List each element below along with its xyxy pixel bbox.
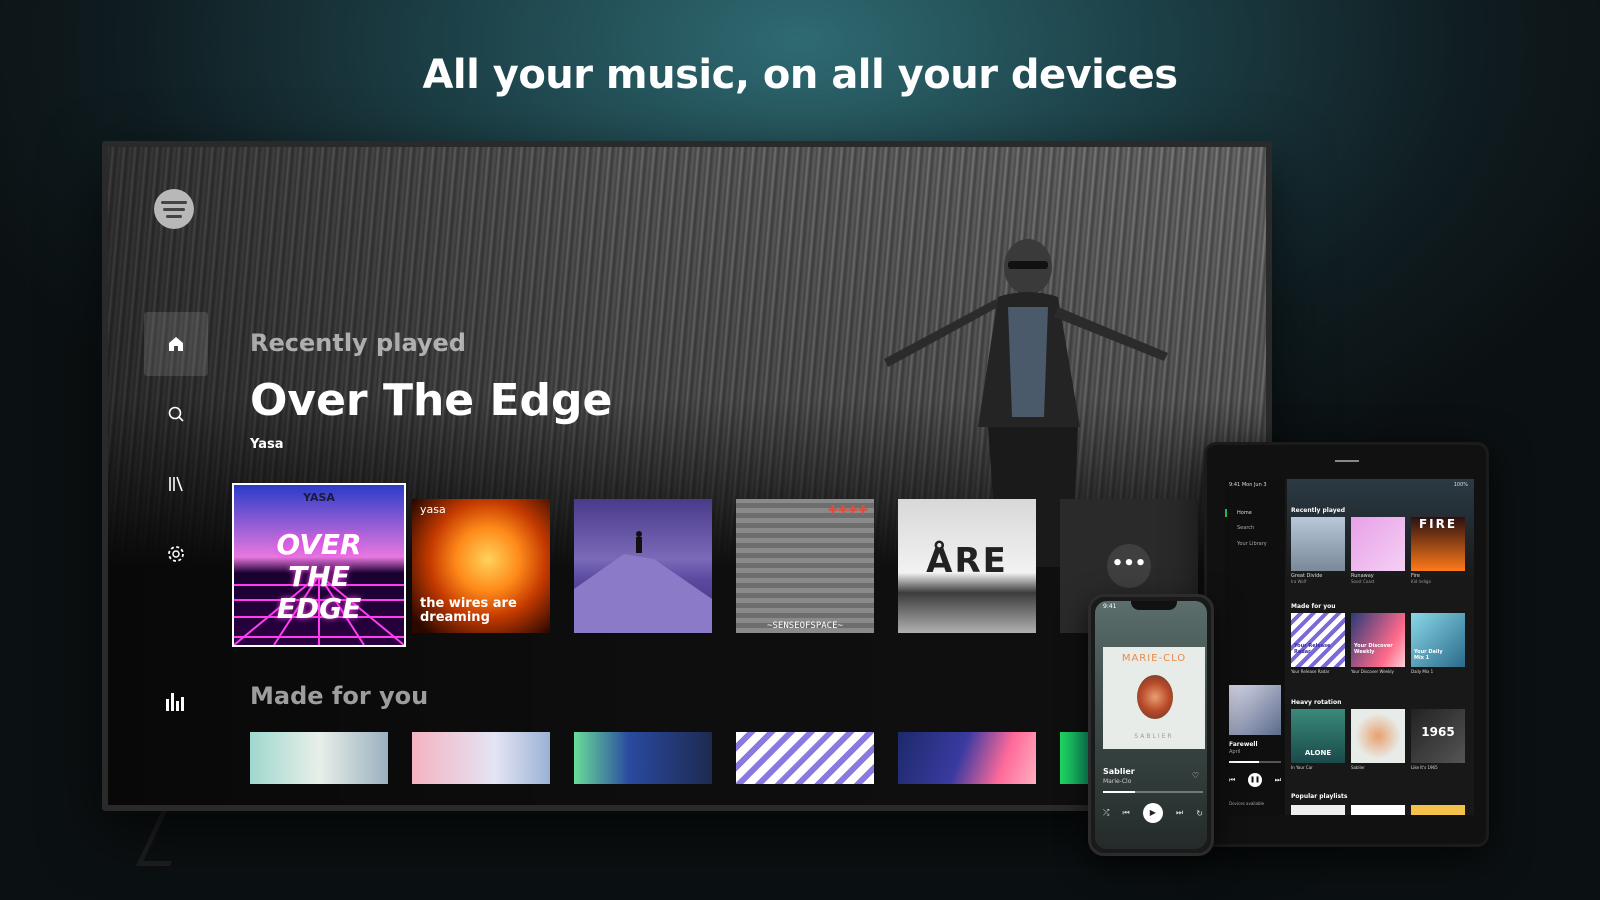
library-icon <box>169 476 183 492</box>
phone-device: 9:41 MARIE-CLO SABLIER Sablier Marie-Clo… <box>1088 594 1214 856</box>
tablet-album-title: Like It's 1965 <box>1411 765 1438 770</box>
phone-album-art: MARIE-CLO SABLIER <box>1103 647 1205 749</box>
tablet-playlist-title: Your Release Radar <box>1291 669 1330 674</box>
play-button[interactable]: ▶ <box>1142 803 1163 823</box>
tablet-album-fire[interactable]: FIRE <box>1411 517 1465 571</box>
made-for-you-heading: Made for you <box>250 682 429 710</box>
heart-icon[interactable]: ♡ <box>1192 771 1199 780</box>
album-card-over-the-edge[interactable]: YASA OVER THE EDGE <box>234 485 404 645</box>
tablet-playlist-title: Your Discover Weekly <box>1351 669 1394 674</box>
now-playing-title: Over The Edge <box>250 375 613 426</box>
tablet-album-sub: Sosst Coast <box>1351 579 1375 584</box>
tablet-album-sablier[interactable] <box>1351 709 1405 763</box>
nav-library[interactable] <box>144 452 208 516</box>
page-headline: All your music, on all your devices <box>422 52 1178 98</box>
tablet-album-great-divide[interactable] <box>1291 517 1345 571</box>
tablet-album-in-your-car[interactable]: ALONE <box>1291 709 1345 763</box>
tablet-playlist-daily-mix[interactable]: Your Daily Mix 1 <box>1411 613 1465 667</box>
nav-settings[interactable] <box>144 522 208 586</box>
tablet-status-time: 9:41 Mon Jun 3 <box>1229 482 1267 488</box>
nav-search[interactable] <box>144 382 208 446</box>
equalizer-icon[interactable] <box>160 687 190 717</box>
phone-status-time: 9:41 <box>1103 603 1117 610</box>
mini-player-artist: April <box>1229 749 1241 755</box>
previous-icon[interactable]: ⏮ <box>1123 808 1130 818</box>
mini-player-progress[interactable] <box>1229 761 1281 763</box>
previous-icon[interactable]: ⏮ <box>1229 776 1235 785</box>
tablet-album-runaway[interactable] <box>1351 517 1405 571</box>
now-playing-artist[interactable]: Yasa <box>250 437 284 452</box>
tv-stand <box>136 806 198 866</box>
tablet-playlist-title: Daily Mix 1 <box>1411 669 1434 674</box>
tablet-album-sub: Ira Wolf <box>1291 579 1307 584</box>
tablet-main: 100% Recently played FIRE Great Divide I… <box>1287 479 1474 815</box>
tablet-recently-played-heading: Recently played <box>1291 507 1346 514</box>
shuffle-icon[interactable]: ⤮ <box>1103 808 1109 818</box>
tv-nav <box>144 312 208 592</box>
tablet-playlist-discover-weekly[interactable]: Your Discover Weekly <box>1351 613 1405 667</box>
tablet-nav-home[interactable]: Home <box>1237 510 1252 516</box>
phone-controls: ⤮ ⏮ ▶ ⏭ ↻ <box>1103 803 1203 823</box>
album-card-wires-are-dreaming[interactable]: yasa the wires are dreaming <box>412 499 550 633</box>
repeat-icon[interactable]: ↻ <box>1196 809 1203 818</box>
phone-progress-bar[interactable] <box>1103 791 1203 793</box>
tablet-status-battery: 100% <box>1453 482 1468 488</box>
more-icon: ••• <box>1107 544 1151 588</box>
tablet-sidebar: 9:41 Mon Jun 3 Home Search Your Library … <box>1225 479 1285 815</box>
spotify-logo <box>154 189 194 229</box>
pause-button[interactable]: ❚❚ <box>1248 773 1262 787</box>
album-title-text: the wires are dreaming <box>420 596 517 625</box>
recently-played-heading: Recently played <box>250 329 467 357</box>
album-artist-text: yasa <box>420 503 446 516</box>
mini-player-title[interactable]: Farewell <box>1229 741 1258 748</box>
album-artist-text: YASA <box>303 491 335 504</box>
tablet-popular-tile[interactable] <box>1411 805 1465 815</box>
settings-icon <box>168 546 184 562</box>
tablet-album-1965[interactable]: 1965 <box>1411 709 1465 763</box>
tablet-nav-search[interactable]: Search <box>1237 525 1254 531</box>
playlist-card[interactable] <box>412 732 550 784</box>
album-title-text: ~SENSEOFSPACE~ <box>767 621 843 631</box>
tablet-playlist-release-radar[interactable]: Your Release Radar <box>1291 613 1345 667</box>
phone-screen: 9:41 MARIE-CLO SABLIER Sablier Marie-Clo… <box>1095 601 1207 849</box>
tablet-popular-tile[interactable] <box>1351 805 1405 815</box>
tablet-album-sub: Kid Indigo <box>1411 579 1431 584</box>
tablet-popular-tile[interactable] <box>1291 805 1345 815</box>
tablet-screen: 9:41 Mon Jun 3 Home Search Your Library … <box>1225 479 1474 815</box>
playlist-card[interactable] <box>250 732 388 784</box>
tablet-album-title: In Your Car <box>1291 765 1313 770</box>
playlist-card[interactable] <box>898 732 1036 784</box>
devices-available-label[interactable]: Devices available <box>1229 801 1264 806</box>
album-card-sense-of-space[interactable]: ✚✚✚✚ ~SENSEOFSPACE~ <box>736 499 874 633</box>
album-card-mountain[interactable] <box>574 499 712 633</box>
next-icon[interactable]: ⏭ <box>1275 776 1281 785</box>
playlist-card[interactable] <box>736 732 874 784</box>
phone-track-title: Sablier <box>1103 767 1135 776</box>
tablet-made-for-you-heading: Made for you <box>1291 603 1336 610</box>
tablet-nav-library[interactable]: Your Library <box>1237 541 1267 547</box>
playlist-card[interactable] <box>574 732 712 784</box>
next-icon[interactable]: ⏭ <box>1176 808 1183 818</box>
nav-home[interactable] <box>144 312 208 376</box>
album-card-are[interactable]: ÅRE <box>898 499 1036 633</box>
mini-player-art <box>1229 685 1281 735</box>
album-title-text: ÅRE <box>926 541 1008 581</box>
tablet-heavy-rotation-heading: Heavy rotation <box>1291 699 1342 706</box>
home-icon <box>169 337 183 351</box>
tablet-album-title: Sablier <box>1351 765 1365 770</box>
phone-track-artist[interactable]: Marie-Clo <box>1103 778 1131 785</box>
tablet-device: 9:41 Mon Jun 3 Home Search Your Library … <box>1204 442 1489 847</box>
tablet-popular-playlists-heading: Popular playlists <box>1291 793 1348 800</box>
search-icon <box>168 406 184 422</box>
album-title-text: OVER THE EDGE <box>276 528 362 625</box>
